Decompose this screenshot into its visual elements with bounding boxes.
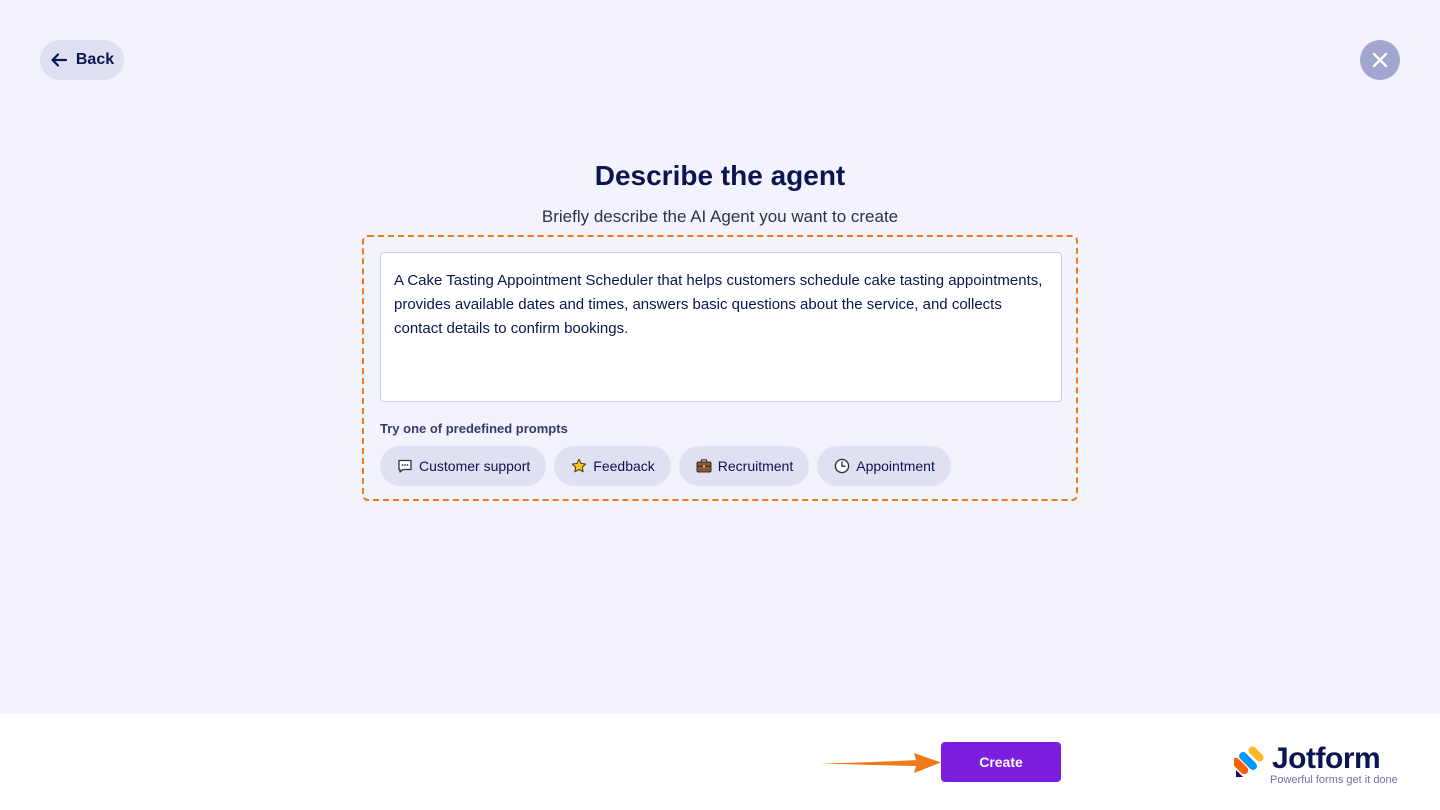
jotform-logo: Jotform Powerful forms get it done <box>1234 742 1409 790</box>
jotform-logo-icon <box>1234 746 1264 777</box>
close-icon <box>1372 52 1388 68</box>
close-button[interactable] <box>1360 40 1400 80</box>
chip-recruitment[interactable]: Recruitment <box>678 446 810 486</box>
back-button[interactable]: Back <box>40 40 124 80</box>
chip-label: Customer support <box>419 458 531 474</box>
chat-bubble-icon <box>398 459 412 473</box>
jotform-tagline: Powerful forms get it done <box>1270 774 1398 786</box>
chip-appointment[interactable]: Appointment <box>817 446 951 486</box>
chip-customer-support[interactable]: Customer support <box>380 446 547 486</box>
chip-label: Recruitment <box>717 458 794 474</box>
page: Back Describe the agent Briefly describe… <box>0 0 1440 810</box>
back-button-label: Back <box>75 51 115 68</box>
predefined-prompts-label: Try one of predefined prompts <box>380 421 568 436</box>
prompt-panel: Try one of predefined prompts Customer s… <box>362 235 1078 501</box>
page-title: Describe the agent <box>594 160 846 191</box>
arrow-left-icon <box>51 53 67 67</box>
create-button[interactable]: Create <box>941 742 1061 782</box>
chip-feedback[interactable]: Feedback <box>554 446 671 486</box>
jotform-logo-text: Jotform <box>1272 742 1381 775</box>
arrow-right-icon <box>820 753 941 773</box>
footer <box>0 714 1440 810</box>
chip-label: Feedback <box>593 458 655 474</box>
chip-label: Appointment <box>856 458 935 474</box>
agent-description-input[interactable] <box>380 252 1062 402</box>
page-subtitle: Briefly describe the AI Agent you want t… <box>541 207 899 226</box>
star-icon <box>572 458 587 473</box>
predefined-prompts: Customer support Feedback Recruitment Ap… <box>380 446 951 486</box>
briefcase-icon <box>696 459 712 473</box>
clock-icon <box>834 458 850 474</box>
